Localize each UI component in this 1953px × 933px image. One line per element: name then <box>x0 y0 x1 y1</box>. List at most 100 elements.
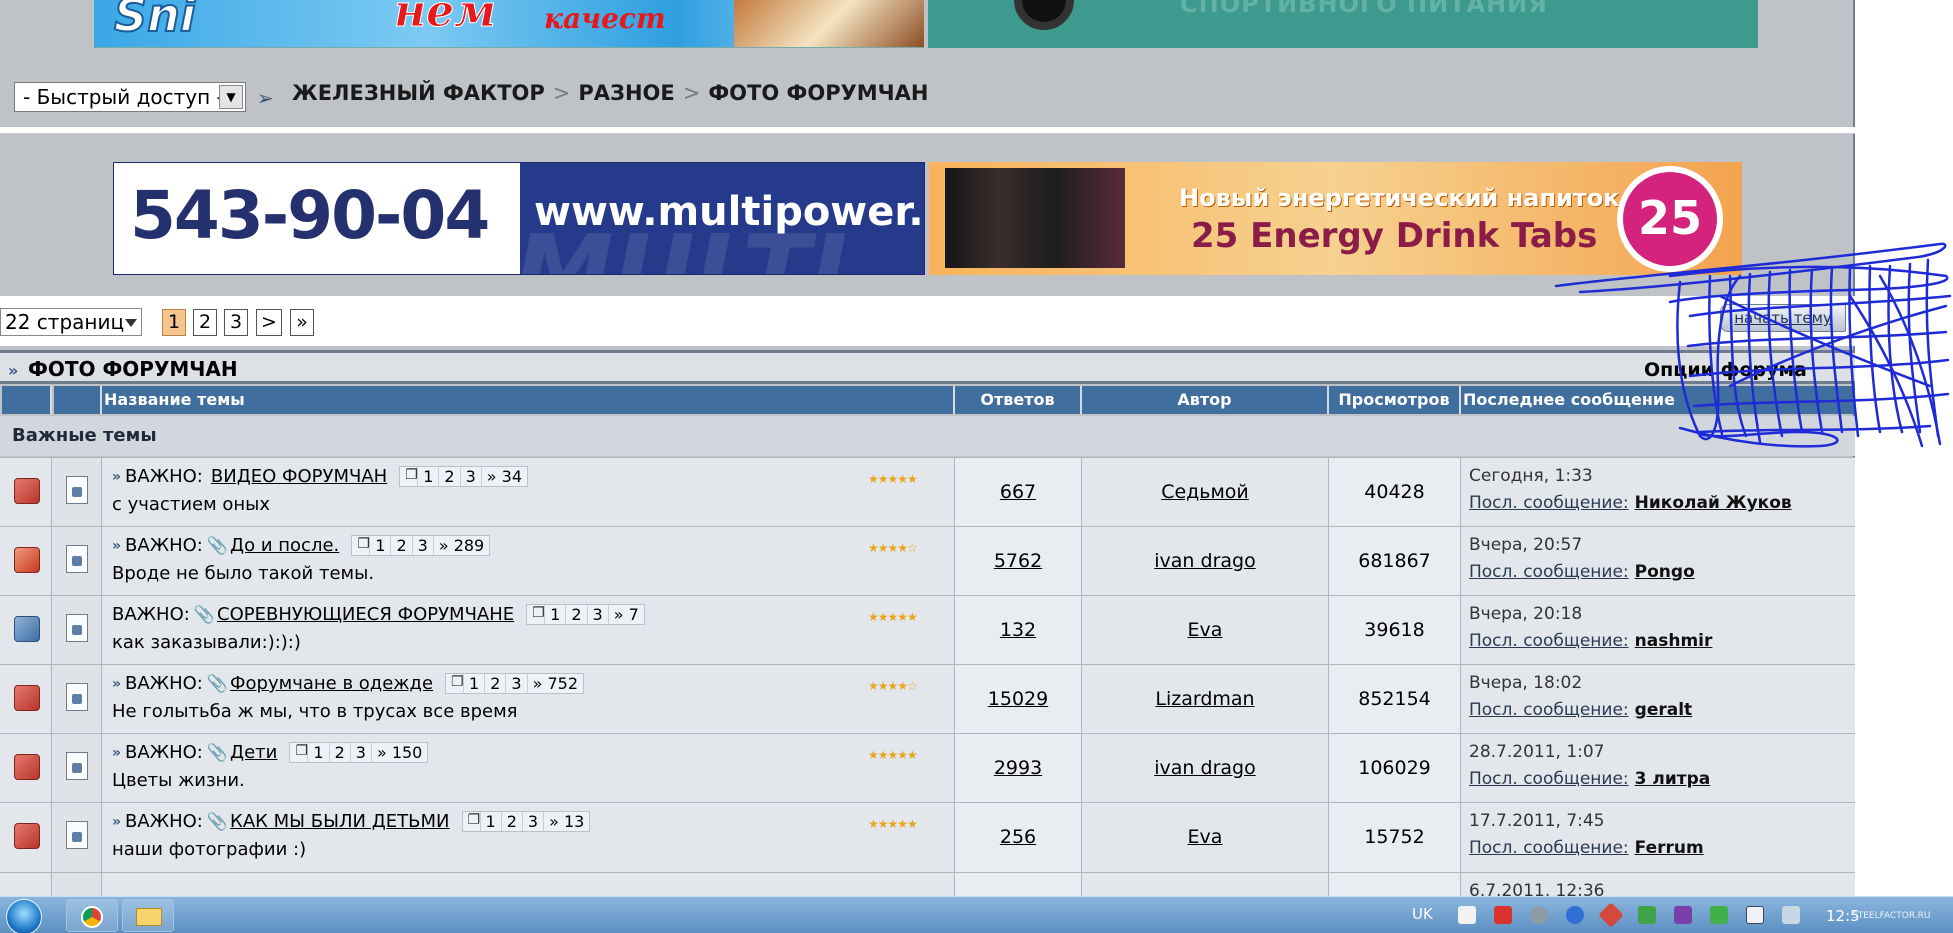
last-post-user-link[interactable]: Pongo <box>1635 562 1695 582</box>
ad-banner-sport-nutrition[interactable]: СПОРТИВНОГО ПИТАНИЯ <box>928 0 1758 48</box>
taskbar-explorer-button[interactable] <box>122 899 174 932</box>
author-link[interactable]: ivan drago <box>1082 550 1328 572</box>
replies-count-link[interactable]: 15029 <box>955 688 1081 710</box>
col-title[interactable]: Название темы <box>102 386 955 414</box>
page-button-3[interactable]: 3 <box>224 309 248 336</box>
mini-page-link[interactable]: 3 <box>461 467 482 486</box>
mini-page-link[interactable]: 3 <box>588 605 609 624</box>
table-row[interactable]: » ВАЖНО: 📎 КАК МЫ БЫЛИ ДЕТЬМИ ❐ 1 2 3» 13 н… <box>0 802 1855 872</box>
mini-page-link[interactable]: 1 <box>481 812 502 831</box>
last-post-user-link[interactable]: nashmir <box>1635 631 1713 651</box>
goto-new-post-icon[interactable]: » <box>112 745 121 761</box>
power-icon[interactable] <box>1566 906 1584 924</box>
last-post-link[interactable]: Посл. сообщение: <box>1469 493 1629 513</box>
mini-page-link[interactable]: 1 <box>370 536 392 555</box>
topic-title-link[interactable]: Форумчане в одежде <box>230 673 433 694</box>
start-button[interactable] <box>2 897 46 933</box>
replies-count-link[interactable]: 132 <box>955 619 1081 641</box>
topic-title-link[interactable]: СОРЕВНУЮЩИЕСЯ ФОРУМЧАНЕ <box>217 604 514 625</box>
table-row[interactable]: » ВАЖНО: 📎 До и после. ❐ 1 2 3» 289 Вроде н… <box>0 526 1855 596</box>
mini-page-link[interactable]: 3 <box>413 536 434 555</box>
antivirus-icon[interactable] <box>1494 906 1512 924</box>
page-next-button[interactable]: > <box>256 309 282 336</box>
mini-page-link[interactable]: 1 <box>418 467 440 486</box>
update-icon[interactable] <box>1598 902 1624 928</box>
page-button-2[interactable]: 2 <box>193 309 217 336</box>
network-icon[interactable] <box>1530 906 1548 924</box>
replies-count-link[interactable]: 2993 <box>955 757 1081 779</box>
monitor-icon[interactable] <box>1746 906 1764 924</box>
replies-count-link[interactable]: 256 <box>955 826 1081 848</box>
goto-new-post-icon[interactable]: » <box>112 469 121 485</box>
language-indicator[interactable]: UK <box>1412 905 1433 923</box>
attachment-icon[interactable]: 📎 <box>207 743 228 763</box>
topic-title-link[interactable]: Дети <box>230 742 277 763</box>
mini-page-link[interactable]: 1 <box>545 605 567 624</box>
attachment-icon[interactable]: 📎 <box>207 674 228 694</box>
mini-page-link[interactable]: » 752 <box>528 674 583 693</box>
table-row[interactable]: » ВАЖНО: 📎 Форумчане в одежде ❐ 1 2 3» 752 … <box>0 664 1855 734</box>
magnet-icon[interactable] <box>1674 906 1692 924</box>
last-post-link[interactable]: Посл. сообщение: <box>1469 631 1629 651</box>
tool-icon[interactable] <box>1638 906 1656 924</box>
ad-banner-multipower[interactable]: 543-90-04 MULTI www.multipower.ru <box>113 162 925 275</box>
mini-page-link[interactable]: » 13 <box>544 812 589 831</box>
flag-icon[interactable] <box>1458 906 1476 924</box>
topic-title-link[interactable]: ВИДЕО ФОРУМЧАН <box>211 466 387 487</box>
replies-count-link[interactable]: 5762 <box>955 550 1081 572</box>
taskbar-chrome-button[interactable] <box>66 899 118 932</box>
mini-page-link[interactable]: » 34 <box>482 467 527 486</box>
last-post-link[interactable]: Посл. сообщение: <box>1469 700 1629 720</box>
mini-page-link[interactable]: 1 <box>308 743 330 762</box>
last-post-user-link[interactable]: Ferrum <box>1635 838 1704 858</box>
author-link[interactable]: ivan drago <box>1082 757 1328 779</box>
page-last-button[interactable]: » <box>290 309 314 336</box>
goto-new-post-icon[interactable]: » <box>112 676 121 692</box>
android-icon[interactable] <box>1710 906 1728 924</box>
mini-page-link[interactable]: 2 <box>566 605 588 624</box>
mini-page-link[interactable]: 3 <box>351 743 372 762</box>
last-post-link[interactable]: Посл. сообщение: <box>1469 769 1629 789</box>
author-link[interactable]: Eva <box>1082 826 1328 848</box>
mini-page-link[interactable]: » 150 <box>372 743 427 762</box>
topic-title-link[interactable]: До и после. <box>230 535 339 556</box>
table-row[interactable]: » ВАЖНО: ВИДЕО ФОРУМЧАН ❐ 1 2 3» 34 с участ… <box>0 457 1855 527</box>
replies-count-link[interactable]: 667 <box>955 481 1081 503</box>
last-post-user-link[interactable]: 3 литра <box>1635 769 1711 789</box>
last-post-user-link[interactable]: geralt <box>1635 700 1693 720</box>
last-post-link[interactable]: Посл. сообщение: <box>1469 838 1629 858</box>
goto-new-post-icon[interactable]: » <box>112 814 121 830</box>
breadcrumb-misc[interactable]: РАЗНОЕ <box>578 81 674 105</box>
col-replies[interactable]: Ответов <box>955 386 1082 414</box>
quick-access-select[interactable]: - Быстрый доступ - ▼ <box>14 82 246 112</box>
mini-page-link[interactable]: 2 <box>391 536 413 555</box>
breadcrumb-current[interactable]: ФОТО ФОРУМЧАН <box>708 81 928 105</box>
mini-page-link[interactable]: 3 <box>506 674 528 693</box>
author-link[interactable]: Eva <box>1082 619 1328 641</box>
last-post-link[interactable]: Посл. сообщение: <box>1469 562 1629 582</box>
pages-dropdown[interactable]: 22 страниц <box>0 308 142 336</box>
ad-banner-snickers[interactable]: Sni нем качест <box>94 0 924 48</box>
page-button-1[interactable]: 1 <box>162 309 186 336</box>
author-link[interactable]: Lizardman <box>1082 688 1328 710</box>
breadcrumb-home[interactable]: ЖЕЛЕЗНЫЙ ФАКТОР <box>292 81 545 105</box>
author-link[interactable]: Седьмой <box>1082 481 1328 503</box>
mini-page-link[interactable]: 1 <box>464 674 486 693</box>
mini-page-link[interactable]: 2 <box>330 743 351 762</box>
goto-new-post-icon[interactable]: » <box>112 538 121 554</box>
table-row[interactable]: » ВАЖНО: 📎 Дети ❐ 1 2 3» 150 Цветы жизни. ★… <box>0 733 1855 803</box>
mini-page-link[interactable]: » 289 <box>434 536 489 555</box>
mini-page-link[interactable]: 3 <box>523 812 545 831</box>
last-post-user-link[interactable]: Николай Жуков <box>1635 493 1792 513</box>
table-row[interactable]: ВАЖНО: 📎 СОРЕВНУЮЩИЕСЯ ФОРУМЧАНЕ ❐ 1 2 3» 7… <box>0 595 1855 665</box>
col-author[interactable]: Автор <box>1082 386 1329 414</box>
mini-page-link[interactable]: » 7 <box>609 605 644 624</box>
dropdown-arrow-icon[interactable]: ▼ <box>219 85 243 109</box>
mini-page-link[interactable]: 2 <box>485 674 507 693</box>
attachment-icon[interactable]: 📎 <box>194 605 215 625</box>
attachment-icon[interactable]: 📎 <box>207 812 228 832</box>
volume-icon[interactable] <box>1782 906 1800 924</box>
topic-title-link[interactable]: КАК МЫ БЫЛИ ДЕТЬМИ <box>230 811 449 832</box>
mini-page-link[interactable]: 2 <box>502 812 523 831</box>
mini-page-link[interactable]: 2 <box>439 467 461 486</box>
